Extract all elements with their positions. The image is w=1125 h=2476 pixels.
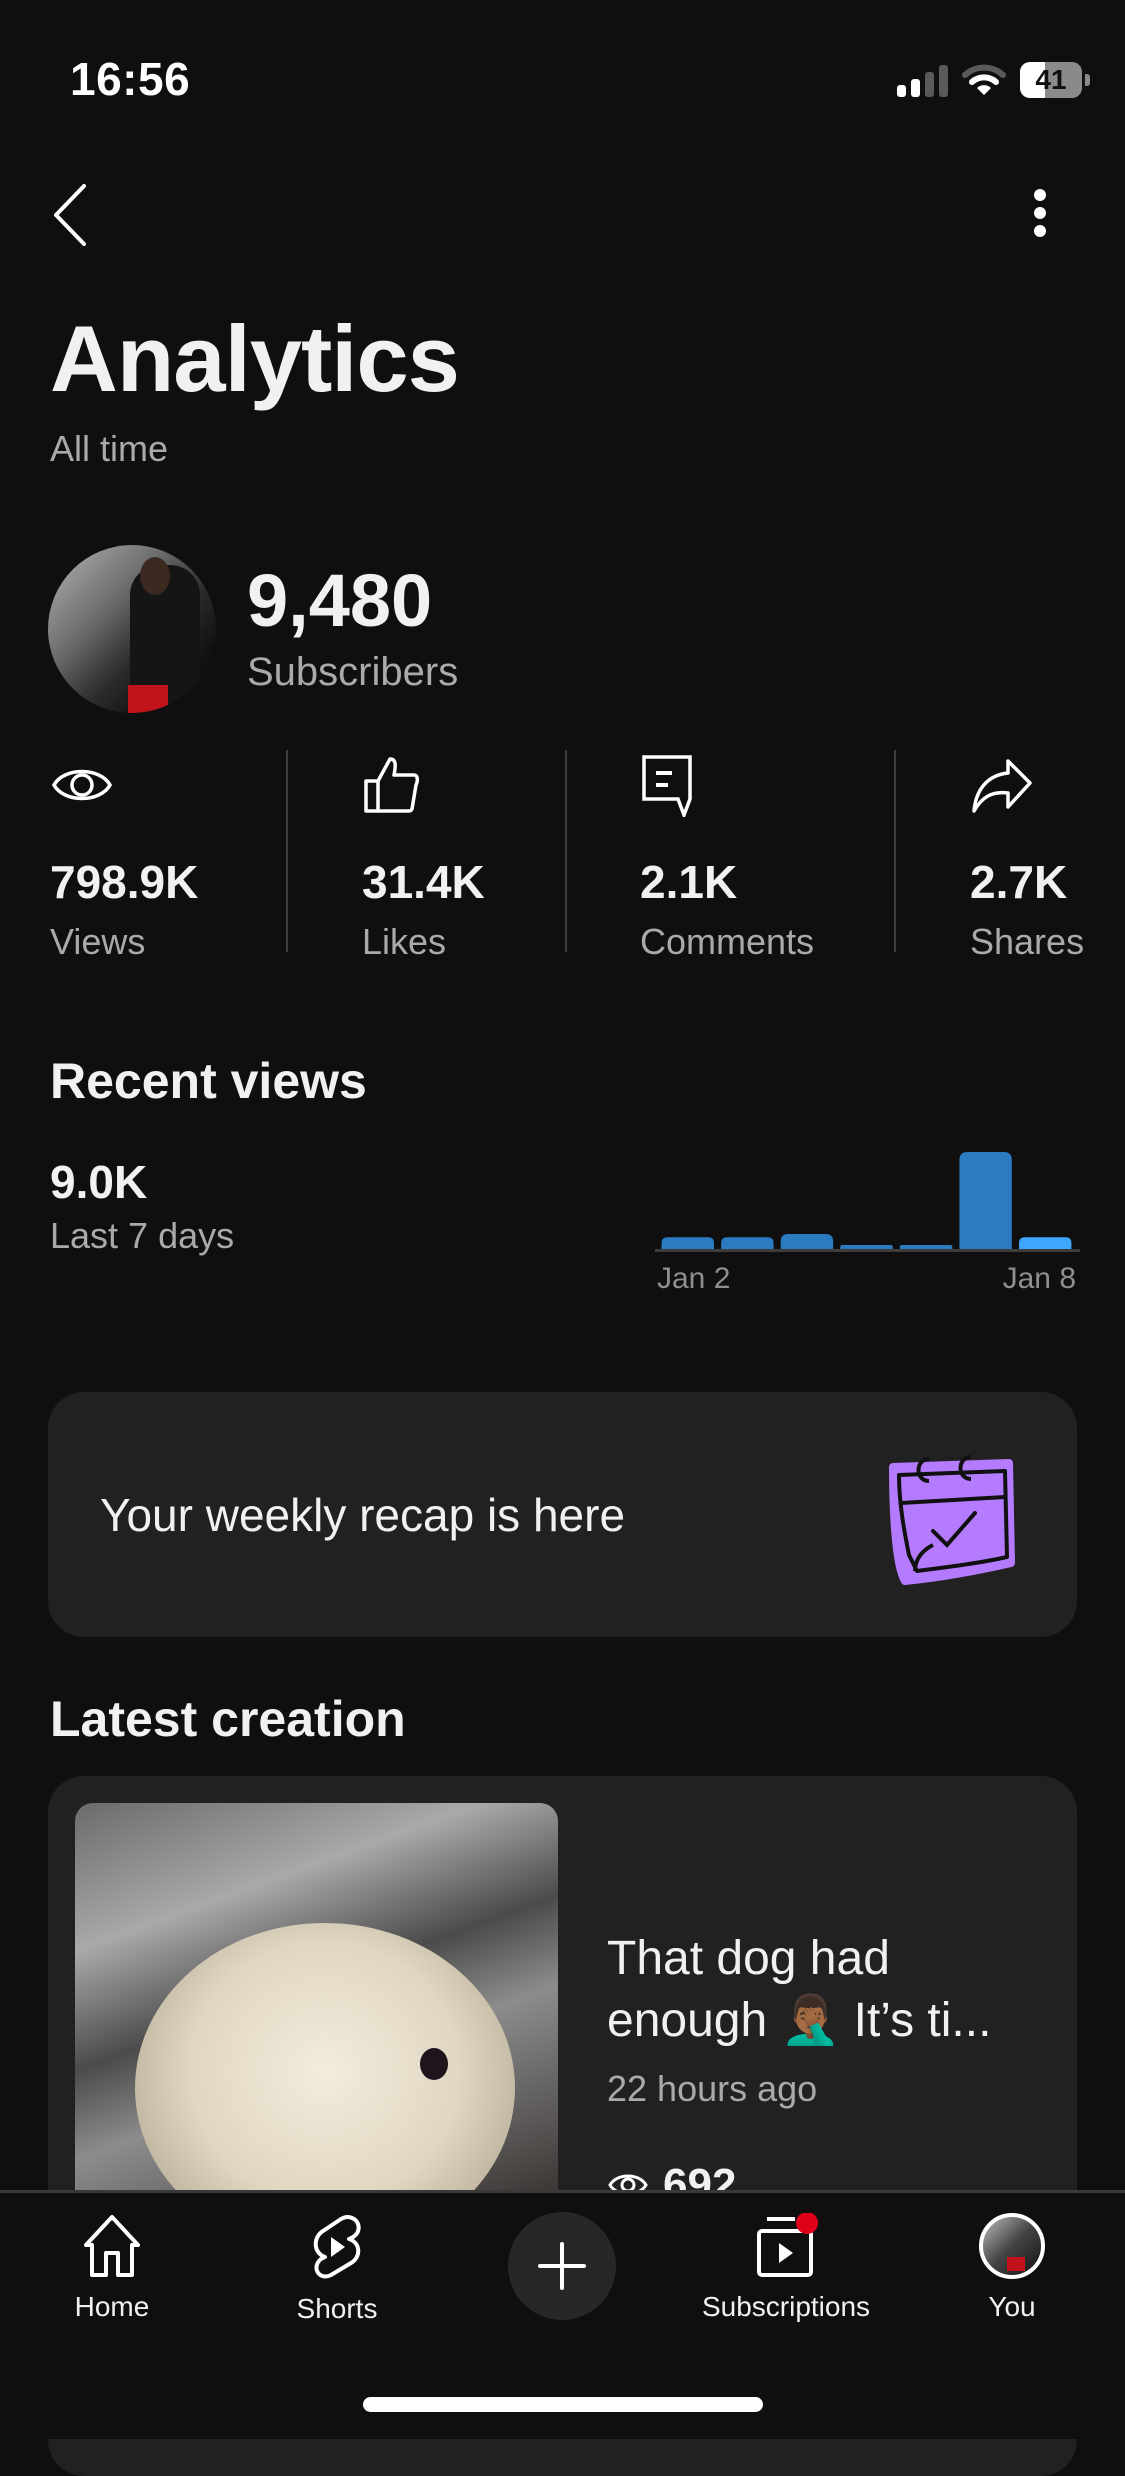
battery-level: 41 [1035, 64, 1067, 95]
stat-likes: 31.4K Likes [362, 755, 485, 963]
nav-label: You [988, 2291, 1036, 2322]
time-range-label: All time [50, 428, 169, 469]
eye-icon [51, 769, 113, 801]
recent-views-title: Recent views [50, 1053, 367, 1109]
weekly-recap-text: Your weekly recap is here [100, 1489, 626, 1541]
recent-views-chart[interactable]: Jan 2 Jan 8 [655, 1140, 1080, 1300]
stat-value: 798.9K [50, 856, 199, 908]
home-icon [84, 2215, 140, 2277]
stat-shares: 2.7K Shares [970, 755, 1084, 963]
more-options-button[interactable] [1020, 185, 1060, 245]
more-vert-icon [1034, 189, 1046, 237]
video-title[interactable]: That dog had enough 🤦🏾‍♂️ It’s ti... [607, 1928, 1047, 2052]
nav-shorts[interactable]: Shorts [237, 2213, 437, 2325]
latest-creation-title: Latest creation [50, 1691, 406, 1747]
video-thumbnail[interactable] [75, 1803, 558, 2223]
share-icon [972, 759, 1032, 813]
avatar [979, 2213, 1045, 2279]
home-indicator [363, 2397, 763, 2412]
wifi-icon [962, 64, 1006, 95]
stat-value: 31.4K [362, 856, 485, 908]
nav-label: Subscriptions [701, 2291, 871, 2322]
stat-value: 2.7K [970, 856, 1068, 908]
page-title: Analytics [50, 306, 460, 411]
status-time: 16:56 [70, 53, 191, 105]
nav-home[interactable]: Home [12, 2213, 212, 2323]
recent-views-period: Last 7 days [50, 1215, 235, 1256]
chart-bar-jan-5 [840, 1245, 893, 1249]
divider [894, 750, 896, 952]
create-button[interactable] [508, 2212, 616, 2320]
chart-bar-jan-4 [780, 1233, 834, 1249]
chart-tick-label: Jan 8 [1003, 1262, 1076, 1295]
cellular-signal-icon [897, 63, 948, 97]
recent-views-total: 9.0K [50, 1156, 148, 1208]
channel-avatar [48, 545, 216, 713]
nav-label: Shorts [296, 2293, 378, 2324]
stat-label: Views [50, 921, 146, 962]
notification-badge [796, 2213, 818, 2234]
plus-icon [538, 2242, 586, 2290]
chart-bar-jan-8 [1019, 1237, 1072, 1249]
comment-icon [642, 755, 692, 817]
stat-comments: 2.1K Comments [640, 755, 814, 963]
subscriptions-icon [757, 2213, 818, 2277]
battery-icon: 41 [1020, 62, 1082, 98]
divider [286, 750, 288, 952]
stat-label: Shares [970, 921, 1085, 962]
chevron-left-icon [54, 184, 86, 246]
video-upload-time: 22 hours ago [607, 2068, 818, 2109]
chart-bar-jan-2 [661, 1237, 714, 1249]
stat-views: 798.9K Views [50, 755, 198, 963]
stat-value: 2.1K [640, 856, 738, 908]
chart-tick-label: Jan 2 [657, 1262, 730, 1295]
subscriber-label: Subscribers [247, 650, 459, 694]
thumbs-up-icon [364, 757, 420, 813]
status-icons: 41 [897, 62, 1090, 98]
stat-label: Likes [362, 921, 447, 962]
calendar-check-icon [889, 1455, 1015, 1585]
subscriber-count: 9,480 [247, 559, 433, 642]
chart-bar-jan-6 [899, 1245, 953, 1249]
stat-label: Comments [640, 921, 815, 962]
divider [565, 750, 567, 952]
nav-you[interactable]: You [912, 2213, 1112, 2323]
shorts-icon [313, 2215, 361, 2279]
nav-label: Home [74, 2291, 150, 2322]
back-button[interactable] [44, 180, 104, 250]
chart-bar-jan-7 [959, 1152, 1012, 1249]
chart-bar-jan-3 [721, 1237, 774, 1249]
nav-subscriptions[interactable]: Subscriptions [686, 2213, 886, 2323]
